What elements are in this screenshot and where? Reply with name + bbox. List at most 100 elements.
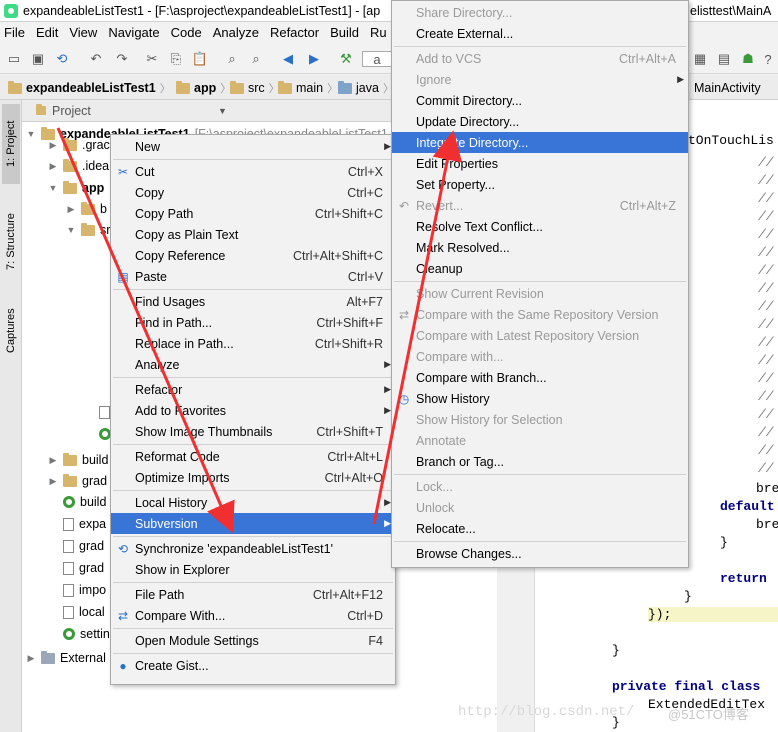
menu-item-copy-as-plain-text[interactable]: Copy as Plain Text [111, 224, 395, 245]
find-icon[interactable]: ⌕ [224, 51, 240, 67]
expand-arrow-icon[interactable]: ▶ [48, 140, 58, 151]
expand-arrow-icon[interactable]: ▶ [48, 455, 58, 466]
tab-project[interactable]: 1: Project [2, 104, 20, 184]
project-view-selector[interactable]: Project [52, 104, 91, 118]
menu-item-copy[interactable]: Copy Ctrl+C [111, 182, 395, 203]
menu-item-copy-path[interactable]: Copy Path Ctrl+Shift+C [111, 203, 395, 224]
tab-captures[interactable]: Captures [2, 296, 20, 366]
menu-item-browse-changes[interactable]: Browse Changes... [392, 543, 688, 564]
breadcrumb-src[interactable]: src 〉 [230, 79, 280, 97]
menu-ru[interactable]: Ru [370, 25, 387, 40]
menu-item-show-history[interactable]: ◷ Show History [392, 388, 688, 409]
tree-item[interactable]: ▶ build [48, 450, 108, 470]
tree-item[interactable]: grad [48, 536, 104, 556]
copy-icon[interactable]: ⎘ [168, 51, 184, 67]
menu-edit[interactable]: Edit [36, 25, 58, 40]
expand-arrow-icon[interactable]: ▶ [66, 204, 76, 215]
replace-icon[interactable]: ⌕ [248, 51, 264, 67]
tree-external-libraries[interactable]: ▶ External [26, 648, 106, 668]
run-config-select[interactable]: a [362, 51, 392, 67]
menu-item-local-history[interactable]: Local History ▶ [111, 492, 395, 513]
menu-navigate[interactable]: Navigate [108, 25, 159, 40]
menu-item-branch-or-tag[interactable]: Branch or Tag... [392, 451, 688, 472]
breadcrumb-project[interactable]: expandeableListTest1 〉 [8, 79, 171, 97]
tree-item[interactable]: impo [48, 580, 106, 600]
menu-item-compare-with-latest-repository-version[interactable]: Compare with Latest Repository Version [392, 325, 688, 346]
tree-item[interactable]: settin [48, 624, 110, 644]
tree-item[interactable]: ▶ .grac [48, 135, 110, 155]
menu-item-resolve-text-conflict[interactable]: Resolve Text Conflict... [392, 216, 688, 237]
tree-item[interactable]: local [48, 602, 105, 622]
paste-icon[interactable]: 📋 [192, 51, 208, 67]
tree-item[interactable]: grad [48, 558, 104, 578]
tree-item[interactable]: ▼ sr [66, 220, 110, 240]
menu-item-cleanup[interactable]: Cleanup [392, 258, 688, 279]
menu-item-replace-in-path[interactable]: Replace in Path... Ctrl+Shift+R [111, 333, 395, 354]
menu-item-find-usages[interactable]: Find Usages Alt+F7 [111, 291, 395, 312]
menu-item-compare-with-the-same-repository-version[interactable]: ⇄ Compare with the Same Repository Versio… [392, 304, 688, 325]
tab-structure[interactable]: 7: Structure [2, 200, 20, 284]
tree-item[interactable]: ▶ .idea [48, 156, 109, 176]
menu-item-add-to-vcs[interactable]: Add to VCS Ctrl+Alt+A [392, 48, 688, 69]
menu-item-edit-properties[interactable]: Edit Properties [392, 153, 688, 174]
menu-analyze[interactable]: Analyze [213, 25, 259, 40]
back-icon[interactable]: ◀ [280, 51, 296, 67]
menu-item-compare-with[interactable]: Compare with... [392, 346, 688, 367]
menu-item-commit-directory[interactable]: Commit Directory... [392, 90, 688, 111]
menu-item-create-gist[interactable]: ● Create Gist... [111, 655, 395, 676]
menu-refactor[interactable]: Refactor [270, 25, 319, 40]
menu-item-unlock[interactable]: Unlock [392, 497, 688, 518]
menu-item-annotate[interactable]: Annotate [392, 430, 688, 451]
make-icon[interactable]: ⚒ [338, 51, 354, 67]
menu-item-share-directory[interactable]: Share Directory... [392, 2, 688, 23]
menu-item-cut[interactable]: ✂ Cut Ctrl+X [111, 161, 395, 182]
menu-view[interactable]: View [69, 25, 97, 40]
tree-item[interactable]: expa [48, 514, 106, 534]
expand-arrow-icon[interactable]: ▼ [66, 225, 76, 235]
menu-item-compare-with[interactable]: ⇄ Compare With... Ctrl+D [111, 605, 395, 626]
menu-item-revert[interactable]: ↶ Revert... Ctrl+Alt+Z [392, 195, 688, 216]
expand-arrow-icon[interactable]: ▼ [26, 129, 36, 139]
menu-item-optimize-imports[interactable]: Optimize Imports Ctrl+Alt+O [111, 467, 395, 488]
menu-item-paste[interactable]: ▤ Paste Ctrl+V [111, 266, 395, 287]
menu-item-add-to-favorites[interactable]: Add to Favorites ▶ [111, 400, 395, 421]
menu-item-update-directory[interactable]: Update Directory... [392, 111, 688, 132]
breadcrumb-app[interactable]: app 〉 [176, 79, 231, 97]
menu-item-file-path[interactable]: File Path Ctrl+Alt+F12 [111, 584, 395, 605]
open-folder-icon[interactable]: ▭ [6, 51, 22, 67]
menu-item-new[interactable]: New ▶ [111, 136, 395, 157]
forward-icon[interactable]: ▶ [306, 51, 322, 67]
menu-item-open-module-settings[interactable]: Open Module Settings F4 [111, 630, 395, 651]
menu-item-lock[interactable]: Lock... [392, 476, 688, 497]
help-icon[interactable]: ? [760, 51, 776, 67]
menu-item-copy-reference[interactable]: Copy Reference Ctrl+Alt+Shift+C [111, 245, 395, 266]
menu-build[interactable]: Build [330, 25, 359, 40]
menu-item-relocate[interactable]: Relocate... [392, 518, 688, 539]
sdk-manager-icon[interactable]: ▦ [692, 51, 708, 67]
menu-item-reformat-code[interactable]: Reformat Code Ctrl+Alt+L [111, 446, 395, 467]
breadcrumb-java[interactable]: java 〉 [338, 79, 394, 97]
menu-item-mark-resolved[interactable]: Mark Resolved... [392, 237, 688, 258]
menu-item-find-in-path[interactable]: Find in Path... Ctrl+Shift+F [111, 312, 395, 333]
redo-icon[interactable]: ↷ [114, 51, 130, 67]
cut-icon[interactable]: ✂ [144, 51, 160, 67]
menu-item-ignore[interactable]: Ignore ▶ [392, 69, 688, 90]
menu-item-show-current-revision[interactable]: Show Current Revision [392, 283, 688, 304]
save-icon[interactable]: ▣ [30, 51, 46, 67]
tab-mainactivity[interactable]: MainActivity [694, 79, 761, 97]
menu-item-create-external[interactable]: Create External... [392, 23, 688, 44]
tree-item[interactable]: build [48, 492, 106, 512]
undo-icon[interactable]: ↶ [88, 51, 104, 67]
menu-code[interactable]: Code [171, 25, 202, 40]
menu-item-show-history-for-selection[interactable]: Show History for Selection [392, 409, 688, 430]
menu-file[interactable]: File [4, 25, 25, 40]
breadcrumb-main[interactable]: main 〉 [278, 79, 338, 97]
menu-item-synchronize-expandeablelisttest1[interactable]: ⟲ Synchronize 'expandeableListTest1' [111, 538, 395, 559]
expand-arrow-icon[interactable]: ▶ [48, 161, 58, 172]
menu-item-show-in-explorer[interactable]: Show in Explorer [111, 559, 395, 580]
menu-item-subversion[interactable]: Subversion ▶ [111, 513, 395, 534]
tree-item[interactable]: ▼ app [48, 178, 104, 198]
menu-item-integrate-directory[interactable]: Integrate Directory... [392, 132, 688, 153]
expand-arrow-icon[interactable]: ▶ [26, 653, 36, 664]
sync-icon[interactable]: ⟲ [54, 51, 70, 67]
